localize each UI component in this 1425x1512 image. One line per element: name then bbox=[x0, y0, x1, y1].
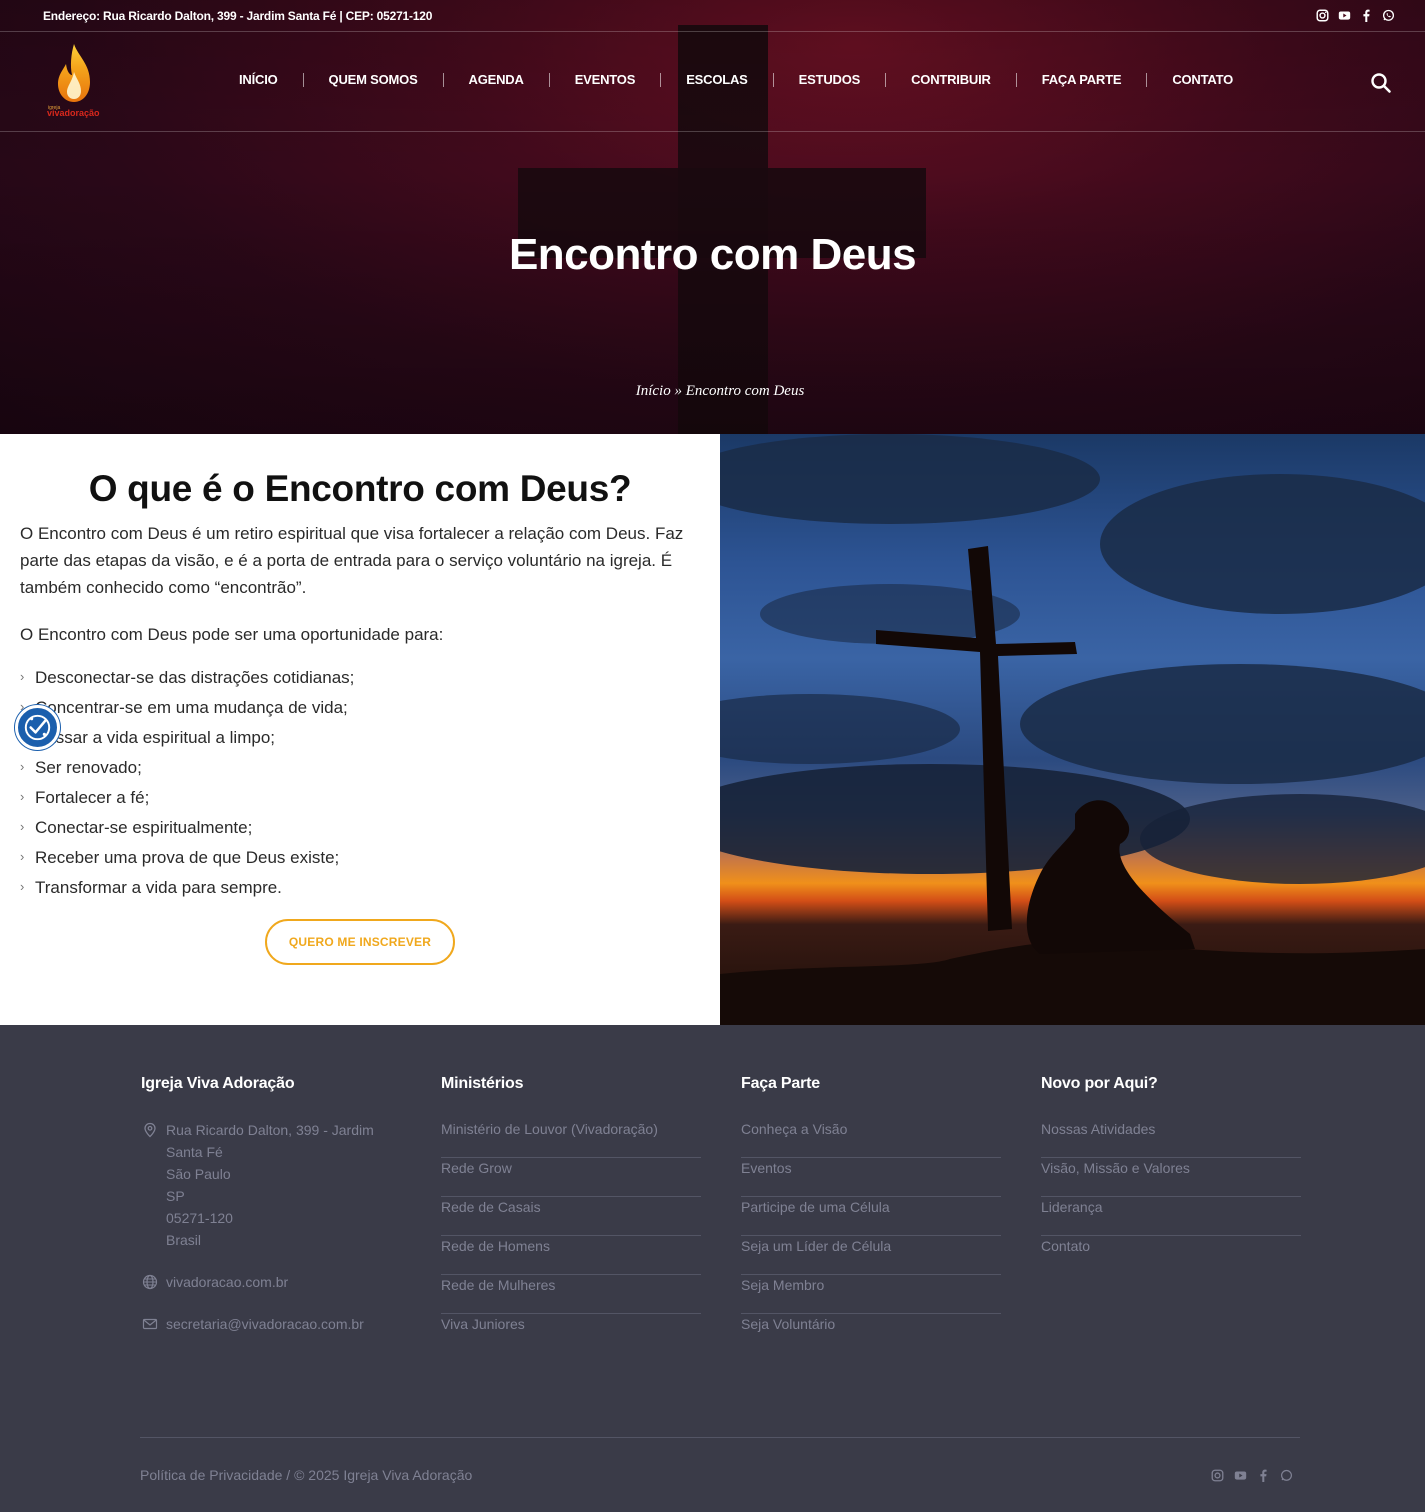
footer-link[interactable]: Liderança bbox=[1041, 1197, 1301, 1236]
footer-link[interactable]: Nossas Atividades bbox=[1041, 1119, 1301, 1158]
nav-contato[interactable]: CONTATO bbox=[1147, 72, 1258, 87]
footer-link[interactable]: Rede de Homens bbox=[441, 1236, 701, 1275]
footer-col-faca-parte: Faça Parte Conheça a Visão Eventos Parti… bbox=[741, 1075, 1001, 1353]
footer-links: Nossas Atividades Visão, Missão e Valore… bbox=[1041, 1119, 1301, 1275]
address-text: Endereço: Rua Ricardo Dalton, 399 - Jard… bbox=[43, 9, 433, 23]
main-menu: INÍCIO QUEM SOMOS AGENDA EVENTOS ESCOLAS… bbox=[214, 72, 1258, 87]
cross-and-figure-silhouette bbox=[720, 546, 1425, 1025]
nav-agenda[interactable]: AGENDA bbox=[444, 72, 549, 87]
list-item: Conectar-se espiritualmente; bbox=[20, 812, 354, 843]
section-heading: O que é o Encontro com Deus? bbox=[88, 468, 632, 509]
footer-heading: Faça Parte bbox=[741, 1075, 820, 1092]
youtube-icon[interactable] bbox=[1338, 8, 1351, 22]
nav-quem-somos[interactable]: QUEM SOMOS bbox=[304, 72, 443, 87]
list-item: Transformar a vida para sempre. bbox=[20, 872, 354, 903]
nav-escolas[interactable]: ESCOLAS bbox=[661, 72, 772, 87]
opportunity-paragraph: O Encontro com Deus pode ser uma oportun… bbox=[20, 625, 444, 644]
youtube-icon[interactable] bbox=[1234, 1469, 1247, 1487]
footer-link[interactable]: Conheça a Visão bbox=[741, 1119, 1001, 1158]
logo-name-text: vivadoração bbox=[47, 108, 100, 118]
footer-link[interactable]: Rede de Mulheres bbox=[441, 1275, 701, 1314]
footer-social-links bbox=[1211, 1469, 1293, 1487]
praying-cross-photo bbox=[720, 434, 1425, 1025]
footer-heading: Igreja Viva Adoração bbox=[141, 1075, 295, 1092]
top-bar: Endereço: Rua Ricardo Dalton, 399 - Jard… bbox=[0, 0, 1425, 32]
footer-link[interactable]: Contato bbox=[1041, 1236, 1301, 1275]
hero-banner: Endereço: Rua Ricardo Dalton, 399 - Jard… bbox=[0, 0, 1425, 434]
footer-link[interactable]: Seja Voluntário bbox=[741, 1314, 1001, 1353]
list-item: Fortalecer a fé; bbox=[20, 782, 354, 813]
register-button[interactable]: QUERO ME INSCREVER bbox=[265, 919, 455, 965]
footer-link[interactable]: Visão, Missão e Valores bbox=[1041, 1158, 1301, 1197]
breadcrumb-current: Encontro com Deus bbox=[685, 383, 805, 399]
footer-link[interactable]: Rede Grow bbox=[441, 1158, 701, 1197]
footer-link[interactable]: Seja Membro bbox=[741, 1275, 1001, 1314]
envelope-icon bbox=[142, 1316, 158, 1332]
benefits-list: Desconectar-se das distrações cotidianas… bbox=[20, 662, 354, 903]
list-item: Passar a vida espiritual a limpo; bbox=[20, 722, 354, 753]
nav-inicio[interactable]: INÍCIO bbox=[214, 72, 303, 87]
nav-contribuir[interactable]: CONTRIBUIR bbox=[886, 72, 1016, 87]
footer-address: Rua Ricardo Dalton, 399 - Jardim Santa F… bbox=[141, 1119, 401, 1251]
footer-links: Ministério de Louvor (Vivadoração) Rede … bbox=[441, 1119, 701, 1353]
footer-link[interactable]: Seja um Líder de Célula bbox=[741, 1236, 1001, 1275]
nav-estudos[interactable]: ESTUDOS bbox=[774, 72, 885, 87]
list-item: Receber uma prova de que Deus existe; bbox=[20, 842, 354, 873]
content-section: O que é o Encontro com Deus? O Encontro … bbox=[0, 434, 1425, 1025]
footer-links: Conheça a Visão Eventos Participe de uma… bbox=[741, 1119, 1001, 1353]
content-text-column: O que é o Encontro com Deus? O Encontro … bbox=[0, 434, 720, 1025]
facebook-icon[interactable] bbox=[1257, 1469, 1270, 1487]
instagram-icon[interactable] bbox=[1211, 1469, 1224, 1487]
intro-paragraph: O Encontro com Deus é um retiro espiritu… bbox=[20, 524, 684, 597]
website-link[interactable]: vivadoracao.com.br bbox=[166, 1274, 288, 1290]
whatsapp-icon[interactable] bbox=[1382, 8, 1395, 22]
footer-link[interactable]: Rede de Casais bbox=[441, 1197, 701, 1236]
list-item: Ser renovado; bbox=[20, 752, 354, 783]
list-item: Concentrar-se em uma mudança de vida; bbox=[20, 692, 354, 723]
instagram-icon[interactable] bbox=[1316, 8, 1329, 22]
social-links bbox=[1316, 8, 1395, 22]
footer-col-ministerios: Ministérios Ministério de Louvor (Vivado… bbox=[441, 1075, 701, 1353]
breadcrumb-separator: » bbox=[674, 383, 682, 399]
footer-col-church: Igreja Viva Adoração Rua Ricardo Dalton,… bbox=[141, 1075, 401, 1335]
email-link[interactable]: secretaria@vivadoracao.com.br bbox=[166, 1316, 364, 1332]
copyright-text: Política de Privacidade / © 2025 Igreja … bbox=[140, 1467, 473, 1483]
location-pin-icon bbox=[142, 1122, 158, 1138]
footer-heading: Ministérios bbox=[441, 1075, 524, 1092]
footer-link[interactable]: Viva Juniores bbox=[441, 1314, 701, 1353]
site-footer: Igreja Viva Adoração Rua Ricardo Dalton,… bbox=[0, 1025, 1425, 1512]
footer-link[interactable]: Ministério de Louvor (Vivadoração) bbox=[441, 1119, 701, 1158]
search-icon[interactable] bbox=[1370, 72, 1392, 94]
footer-link[interactable]: Participe de uma Célula bbox=[741, 1197, 1001, 1236]
facebook-icon[interactable] bbox=[1360, 8, 1373, 22]
whatsapp-icon[interactable] bbox=[1280, 1469, 1293, 1487]
accessibility-icon[interactable] bbox=[15, 705, 60, 750]
footer-divider bbox=[140, 1437, 1300, 1438]
footer-heading: Novo por Aqui? bbox=[1041, 1075, 1158, 1092]
globe-icon bbox=[142, 1274, 158, 1290]
list-item: Desconectar-se das distrações cotidianas… bbox=[20, 662, 354, 693]
footer-website: vivadoracao.com.br bbox=[141, 1271, 401, 1293]
footer-email: secretaria@vivadoracao.com.br bbox=[141, 1313, 401, 1335]
breadcrumb: Início » Encontro com Deus bbox=[0, 383, 1425, 400]
nav-eventos[interactable]: EVENTOS bbox=[550, 72, 661, 87]
footer-link[interactable]: Eventos bbox=[741, 1158, 1001, 1197]
breadcrumb-home-link[interactable]: Início bbox=[636, 383, 671, 399]
nav-faca-parte[interactable]: FAÇA PARTE bbox=[1017, 72, 1147, 87]
page-title: Encontro com Deus bbox=[508, 230, 917, 279]
footer-col-novo-por-aqui: Novo por Aqui? Nossas Atividades Visão, … bbox=[1041, 1075, 1301, 1275]
main-navbar: igreja vivadoração INÍCIO QUEM SOMOS AGE… bbox=[0, 32, 1425, 132]
church-logo[interactable]: igreja vivadoração bbox=[44, 42, 104, 118]
